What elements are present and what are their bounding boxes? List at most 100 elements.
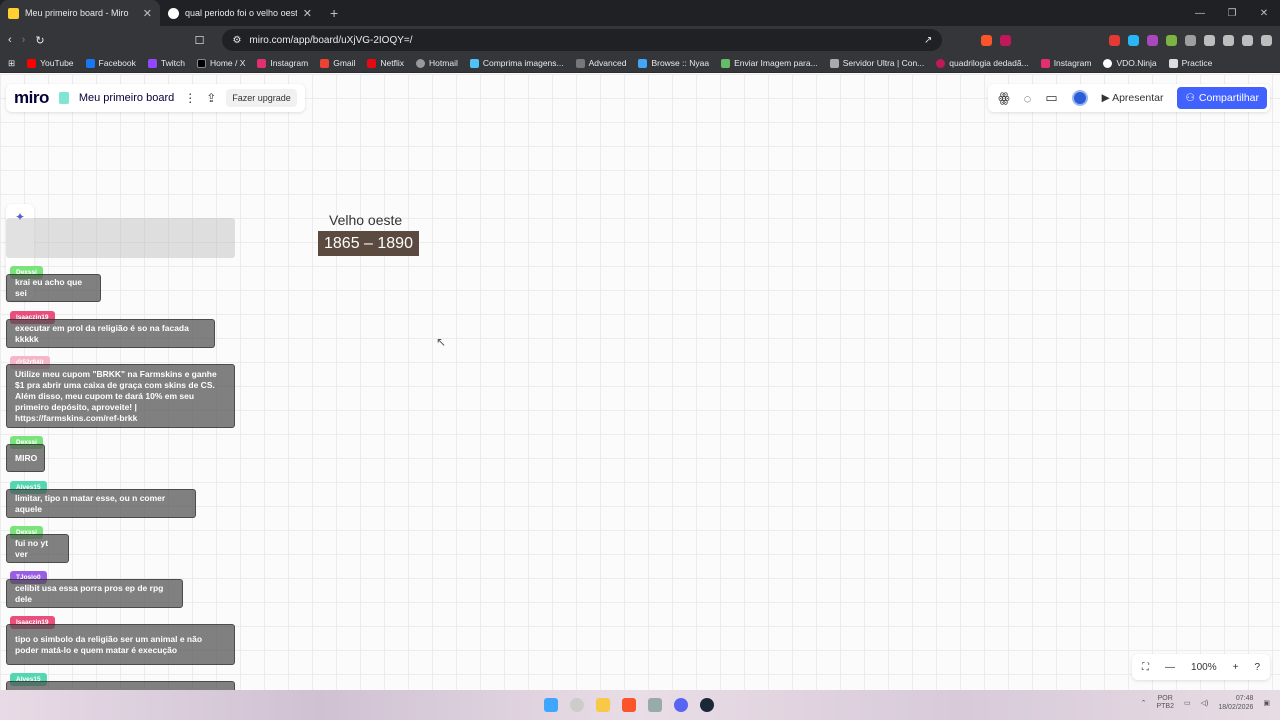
discord-icon[interactable] [674, 698, 688, 712]
wallet-icon[interactable] [1242, 34, 1253, 46]
frame-icon[interactable]: ⛶ [1142, 662, 1149, 673]
more-options-icon[interactable]: ⋮ [184, 91, 196, 105]
language-indicator[interactable]: POR PTB2 [1156, 695, 1174, 711]
bookmark-servidor[interactable]: Servidor Ultra | Con... [829, 58, 924, 68]
reload-icon[interactable]: ↻ [35, 34, 44, 47]
bookmarks-bar: ⊞ YouTube Facebook Twitch Home / X Insta… [0, 54, 1280, 73]
quadrilogia-icon [936, 58, 946, 68]
bookmark-instagram-2[interactable]: Instagram [1040, 58, 1092, 68]
zoom-in-icon[interactable]: + [1233, 662, 1239, 673]
bookmark-practice[interactable]: Practice [1168, 58, 1213, 68]
extensions-area [981, 34, 1272, 46]
bookmark-x[interactable]: Home / X [196, 58, 245, 68]
bookmark-label: VDO.Ninja [1116, 58, 1157, 68]
steam-icon[interactable] [700, 698, 714, 712]
zoom-out-icon[interactable]: — [1165, 662, 1175, 673]
extension-gray-icon[interactable] [1185, 34, 1196, 46]
board-text-title[interactable]: Velho oeste [329, 212, 402, 228]
taskbar-apps [544, 698, 714, 712]
bookmark-star-icon[interactable]: ☐ [195, 34, 205, 47]
browser-toolbar: ‹ › ↻ ☐ ⚙ miro.com/app/board/uXjVG-2IOQY… [0, 26, 1280, 54]
reactions-icon[interactable]: ꙮ [998, 90, 1009, 106]
tab-miro[interactable]: Meu primeiro board - Miro ✕ [0, 0, 160, 26]
bookmark-advanced[interactable]: Advanced [575, 58, 626, 68]
bookmark-gmail[interactable]: Gmail [320, 58, 355, 68]
menu-icon[interactable] [1261, 34, 1272, 46]
brave-icon[interactable] [981, 34, 992, 46]
minimize-icon[interactable]: — [1184, 8, 1216, 19]
share-button[interactable]: ⚇ Compartilhar [1177, 87, 1267, 109]
miro-logo[interactable]: miro [14, 88, 49, 108]
gmail-icon [320, 58, 330, 68]
bookmark-youtube[interactable]: YouTube [27, 58, 74, 68]
notifications-icon[interactable]: ▣ [1263, 699, 1270, 707]
file-explorer-icon[interactable] [596, 698, 610, 712]
bookmark-vdoninja[interactable]: VDO.Ninja [1103, 58, 1157, 68]
export-icon[interactable]: ⇪ [206, 91, 216, 105]
tab-google[interactable]: qual periodo foi o velho oeste - Pesq ✕ [160, 0, 320, 26]
restore-icon[interactable]: ❐ [1216, 8, 1248, 19]
share-page-icon[interactable]: ↗ [924, 35, 932, 46]
avatar[interactable] [1071, 90, 1088, 106]
upgrade-button[interactable]: Fazer upgrade [226, 89, 297, 107]
address-bar[interactable]: ⚙ miro.com/app/board/uXjVG-2IOQY=/ ↗ [222, 29, 943, 51]
windows-start-icon[interactable] [544, 698, 558, 712]
chat-overlay-input[interactable] [6, 218, 235, 258]
app-icon[interactable] [648, 698, 662, 712]
bookmark-twitch[interactable]: Twitch [147, 58, 185, 68]
search-icon[interactable] [570, 698, 584, 712]
server-icon [829, 58, 839, 68]
bookmark-label: Practice [1181, 58, 1213, 68]
zoom-level[interactable]: 100% [1191, 662, 1217, 673]
bookmark-label: Instagram [1053, 58, 1092, 68]
extension-purple-icon[interactable] [1147, 34, 1158, 46]
bookmark-comprima[interactable]: Comprima imagens... [469, 58, 564, 68]
bookmark-netflix[interactable]: Netflix [367, 58, 404, 68]
video-call-icon[interactable]: ▭ [1045, 90, 1057, 106]
puzzle-icon[interactable] [1204, 34, 1215, 46]
sidebar-icon[interactable] [1223, 34, 1234, 46]
bookmark-hotmail[interactable]: Hotmail [416, 58, 458, 68]
tray-chevron-icon[interactable]: ⌃ [1141, 699, 1147, 707]
upload-image-icon [721, 58, 731, 68]
back-icon[interactable]: ‹ [8, 34, 12, 46]
volume-icon[interactable]: ◁) [1201, 699, 1209, 707]
extension-blue-icon[interactable] [1128, 34, 1139, 46]
board-icon [58, 92, 69, 104]
chat-message: executar em prol da religião é so na fac… [6, 319, 215, 348]
facebook-icon [85, 58, 95, 68]
extension-red-icon[interactable] [1109, 34, 1120, 46]
google-favicon-icon [168, 7, 179, 19]
brave-browser-icon[interactable] [622, 698, 636, 712]
bookmark-facebook[interactable]: Facebook [85, 58, 136, 68]
apps-icon[interactable]: ⊞ [8, 58, 15, 69]
window-controls: — ❐ ✕ [1184, 0, 1280, 26]
close-tab-icon[interactable]: ✕ [143, 7, 152, 20]
network-icon[interactable]: ▭ [1184, 699, 1191, 707]
close-window-icon[interactable]: ✕ [1248, 8, 1280, 19]
practice-icon [1168, 58, 1178, 68]
chat-message: limitar, tipo n matar esse, ou n comer a… [6, 489, 196, 518]
rewards-icon[interactable] [1000, 34, 1011, 46]
close-tab-icon[interactable]: ✕ [303, 7, 312, 20]
bookmark-enviar[interactable]: Enviar Imagem para... [721, 58, 818, 68]
help-icon[interactable]: ? [1254, 662, 1260, 673]
miro-favicon-icon [8, 7, 19, 19]
board-text-years[interactable]: 1865 – 1890 [318, 231, 419, 256]
comments-icon[interactable]: ◌ [1024, 91, 1032, 106]
extension-green-icon[interactable] [1166, 34, 1177, 46]
board-name[interactable]: Meu primeiro board [79, 92, 174, 104]
bookmark-quadrilogia[interactable]: quadrilogia dedadã... [936, 58, 1029, 68]
new-tab-icon[interactable]: + [320, 0, 348, 26]
bookmark-instagram[interactable]: Instagram [257, 58, 308, 68]
system-tray: ⌃ POR PTB2 ▭ ◁) 07:48 18/02/2026 ▣ [1141, 694, 1270, 712]
date-label: 18/02/2026 [1218, 704, 1254, 711]
share-label: Compartilhar [1198, 92, 1259, 104]
hotmail-icon [416, 58, 426, 68]
present-button[interactable]: ▶ Apresentar [1102, 92, 1164, 104]
forward-icon[interactable]: › [22, 34, 26, 46]
tab-title: qual periodo foi o velho oeste - Pesq [185, 8, 297, 18]
site-info-icon[interactable]: ⚙ [232, 35, 241, 46]
bookmark-nyaa[interactable]: Browse :: Nyaa [638, 58, 709, 68]
clock[interactable]: 07:48 18/02/2026 [1218, 694, 1253, 712]
